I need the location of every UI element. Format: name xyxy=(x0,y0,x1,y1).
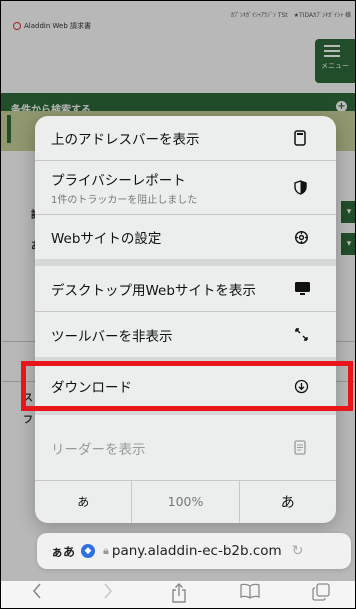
lock-icon: 🔒︎ xyxy=(103,544,109,557)
menu-group-separator xyxy=(35,259,336,266)
menu-item-hide-toolbar[interactable]: ツールバーを非表示 xyxy=(35,312,336,357)
chevron-right-icon xyxy=(103,583,113,599)
zoom-level-readout[interactable]: 100% xyxy=(131,480,240,523)
gear-icon xyxy=(294,230,336,245)
text-size-controls: あ 100% あ xyxy=(35,480,336,523)
menu-item-show-top-address-bar[interactable]: 上のアドレスバーを表示 xyxy=(35,116,336,160)
menu-item-label: デスクトップ用Webサイトを表示 xyxy=(51,282,256,299)
address-bar[interactable]: ぁあ ◆ 🔒︎ pany.aladdin-ec-b2b.com ↻ xyxy=(37,533,351,569)
menu-item-label: ツールバーを非表示 xyxy=(51,328,173,345)
menu-item-label: プライバシーレポート xyxy=(51,173,186,189)
menu-group-separator xyxy=(35,408,336,415)
share-icon xyxy=(171,583,187,603)
page-settings-button[interactable]: ぁあ xyxy=(51,543,75,560)
safari-page-menu: 上のアドレスバーを表示 プライバシーレポート 1件のトラッカーを阻止しました W… xyxy=(35,116,336,523)
url-text: pany.aladdin-ec-b2b.com xyxy=(111,543,282,559)
menu-item-privacy-report[interactable]: プライバシーレポート 1件のトラッカーを阻止しました xyxy=(35,161,336,214)
menu-item-show-reader[interactable]: リーダーを表示 xyxy=(35,415,336,480)
tabs-icon xyxy=(312,583,331,601)
menu-item-label: 上のアドレスバーを表示 xyxy=(51,132,200,148)
reload-icon[interactable]: ↻ xyxy=(292,543,304,559)
desktop-icon xyxy=(294,281,336,296)
screen: Aladdin Web 請求書 ｶﾌﾞｼｷｶﾞｲｼｬｱﾗｼﾞﾝ TSt ★TID… xyxy=(0,0,356,609)
menu-group-separator xyxy=(35,357,336,364)
forward-button[interactable] xyxy=(72,581,143,608)
phone-top-icon xyxy=(294,130,336,146)
menu-item-label: Webサイトの設定 xyxy=(51,231,162,247)
decrease-text-size-button[interactable]: あ xyxy=(35,480,131,523)
reader-icon xyxy=(294,440,336,455)
back-button[interactable] xyxy=(1,581,72,608)
download-circle-icon xyxy=(294,379,336,394)
menu-item-website-settings[interactable]: Webサイトの設定 xyxy=(35,215,336,259)
shield-half-icon xyxy=(294,180,336,195)
chevron-left-icon xyxy=(32,583,42,599)
menu-item-label: リーダーを表示 xyxy=(51,441,146,458)
arrows-diagonal-icon xyxy=(294,327,336,342)
menu-item-downloads[interactable]: ダウンロード xyxy=(35,364,336,408)
menu-item-label: ダウンロード xyxy=(51,380,132,396)
menu-item-sublabel: 1件のトラッカーを阻止しました xyxy=(51,195,198,206)
book-icon xyxy=(240,583,260,599)
privacy-shield-icon[interactable]: ◆ xyxy=(81,544,96,558)
tabs-button[interactable] xyxy=(286,581,355,608)
bookmarks-button[interactable] xyxy=(215,581,286,608)
menu-item-request-desktop-site[interactable]: デスクトップ用Webサイトを表示 xyxy=(35,266,336,311)
bottom-toolbar xyxy=(1,581,355,608)
share-button[interactable] xyxy=(143,581,214,608)
increase-text-size-button[interactable]: あ xyxy=(240,480,336,523)
